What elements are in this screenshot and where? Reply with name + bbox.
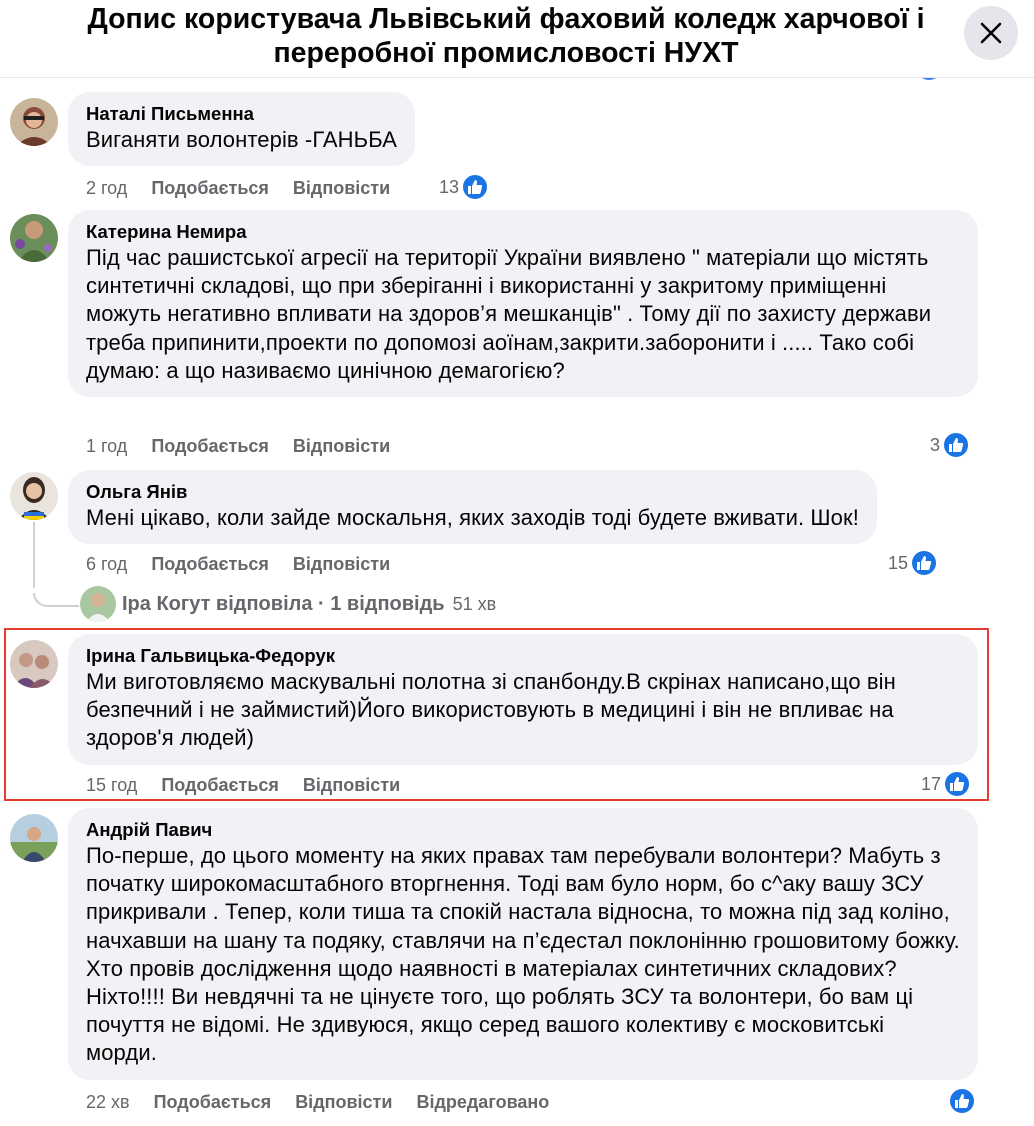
thumbs-up-icon	[461, 173, 490, 201]
thumbs-up-icon	[943, 770, 972, 798]
thumbs-up-icon	[910, 549, 939, 577]
page-title: Допис користувача Львівський фаховий кол…	[87, 3, 925, 69]
view-replies-link[interactable]: Іра Когут відповіла · 1 відповідь 51 хв	[80, 586, 496, 622]
comment-author[interactable]: Катерина Немира	[86, 220, 960, 244]
replies-summary: Іра Когут відповіла · 1 відповідь	[122, 592, 445, 615]
reaction-count-number: 15	[888, 552, 909, 573]
reaction-count[interactable]: 3	[930, 430, 971, 460]
thread-line	[33, 522, 35, 588]
comment-author[interactable]: Андрій Павич	[86, 818, 960, 842]
comment-time[interactable]: 6 год	[86, 554, 127, 575]
like-button[interactable]: Подобається	[151, 436, 269, 457]
comment-author[interactable]: Наталі Письменна	[86, 102, 397, 126]
like-button[interactable]: Подобається	[154, 1092, 272, 1113]
comment-text: Виганяти волонтерів -ГАНЬБА	[86, 127, 398, 152]
reaction-count-number: 13	[439, 176, 460, 197]
comment-actions: 15 год Подобається Відповісти	[86, 771, 424, 799]
like-button[interactable]: Подобається	[151, 178, 269, 199]
reaction-count[interactable]: 15	[888, 548, 939, 578]
avatar	[80, 586, 116, 622]
avatar[interactable]	[10, 98, 58, 146]
dialog-header: Допис користувача Львівський фаховий кол…	[0, 0, 1034, 78]
reply-button[interactable]: Відповісти	[295, 1092, 392, 1113]
reply-button[interactable]: Відповісти	[303, 775, 400, 796]
comment-text: Під час рашистської агресії на території…	[86, 245, 932, 383]
thumbs-up-icon	[948, 1087, 976, 1115]
comment-text: По-перше, до цього моменту на яких права…	[86, 843, 960, 1066]
comment-author[interactable]: Ірина Гальвицька-Федорук	[86, 644, 960, 668]
comment-bubble: Наталі Письменна Виганяти волонтерів -ГА…	[68, 92, 416, 167]
comment-actions: 1 год Подобається Відповісти	[86, 432, 414, 460]
avatar[interactable]	[10, 214, 58, 262]
comment-actions: 2 год Подобається Відповісти	[86, 174, 414, 202]
reply-button[interactable]: Відповісти	[293, 436, 390, 457]
comment-text: Мені цікаво, коли зайде москальня, яких …	[86, 505, 859, 530]
thumbs-up-icon	[942, 431, 971, 459]
replies-time: 51 хв	[452, 593, 497, 614]
avatar[interactable]	[10, 814, 58, 862]
comment-bubble: Ірина Гальвицька-Федорук Ми виготовляємо…	[68, 634, 978, 765]
reaction-count[interactable]: 17	[921, 769, 972, 799]
close-button[interactable]	[964, 6, 1018, 60]
comment-bubble: Ольга Янів Мені цікаво, коли зайде моска…	[68, 470, 877, 545]
comment-text: Ми виготовляємо маскувальні полотна зі с…	[86, 669, 896, 751]
comment-actions: 6 год Подобається Відповісти	[86, 550, 414, 578]
comment-time[interactable]: 15 год	[86, 775, 137, 796]
avatar[interactable]	[10, 640, 58, 688]
comment-bubble: Катерина Немира Під час рашистської агре…	[68, 210, 978, 398]
comment-author[interactable]: Ольга Янів	[86, 480, 859, 504]
reaction-count-number: 3	[930, 434, 941, 455]
like-button[interactable]: Подобається	[151, 554, 269, 575]
reaction-count[interactable]	[946, 1086, 976, 1116]
reaction-count-number: 17	[921, 773, 942, 794]
comment-time[interactable]: 22 хв	[86, 1092, 130, 1113]
reaction-count[interactable]: 13	[439, 172, 490, 202]
reply-button[interactable]: Відповісти	[293, 554, 390, 575]
thread-connector	[33, 593, 79, 607]
reply-button[interactable]: Відповісти	[293, 178, 390, 199]
close-icon	[980, 22, 1002, 44]
comment-bubble: Андрій Павич По-перше, до цього моменту …	[68, 808, 978, 1080]
comment-time[interactable]: 2 год	[86, 178, 127, 199]
edited-label[interactable]: Відредаговано	[416, 1092, 549, 1113]
like-button[interactable]: Подобається	[161, 775, 279, 796]
comment-time[interactable]: 1 год	[86, 436, 127, 457]
comment-actions: 22 хв Подобається Відповісти Відредагова…	[86, 1088, 549, 1116]
avatar[interactable]	[10, 472, 58, 520]
